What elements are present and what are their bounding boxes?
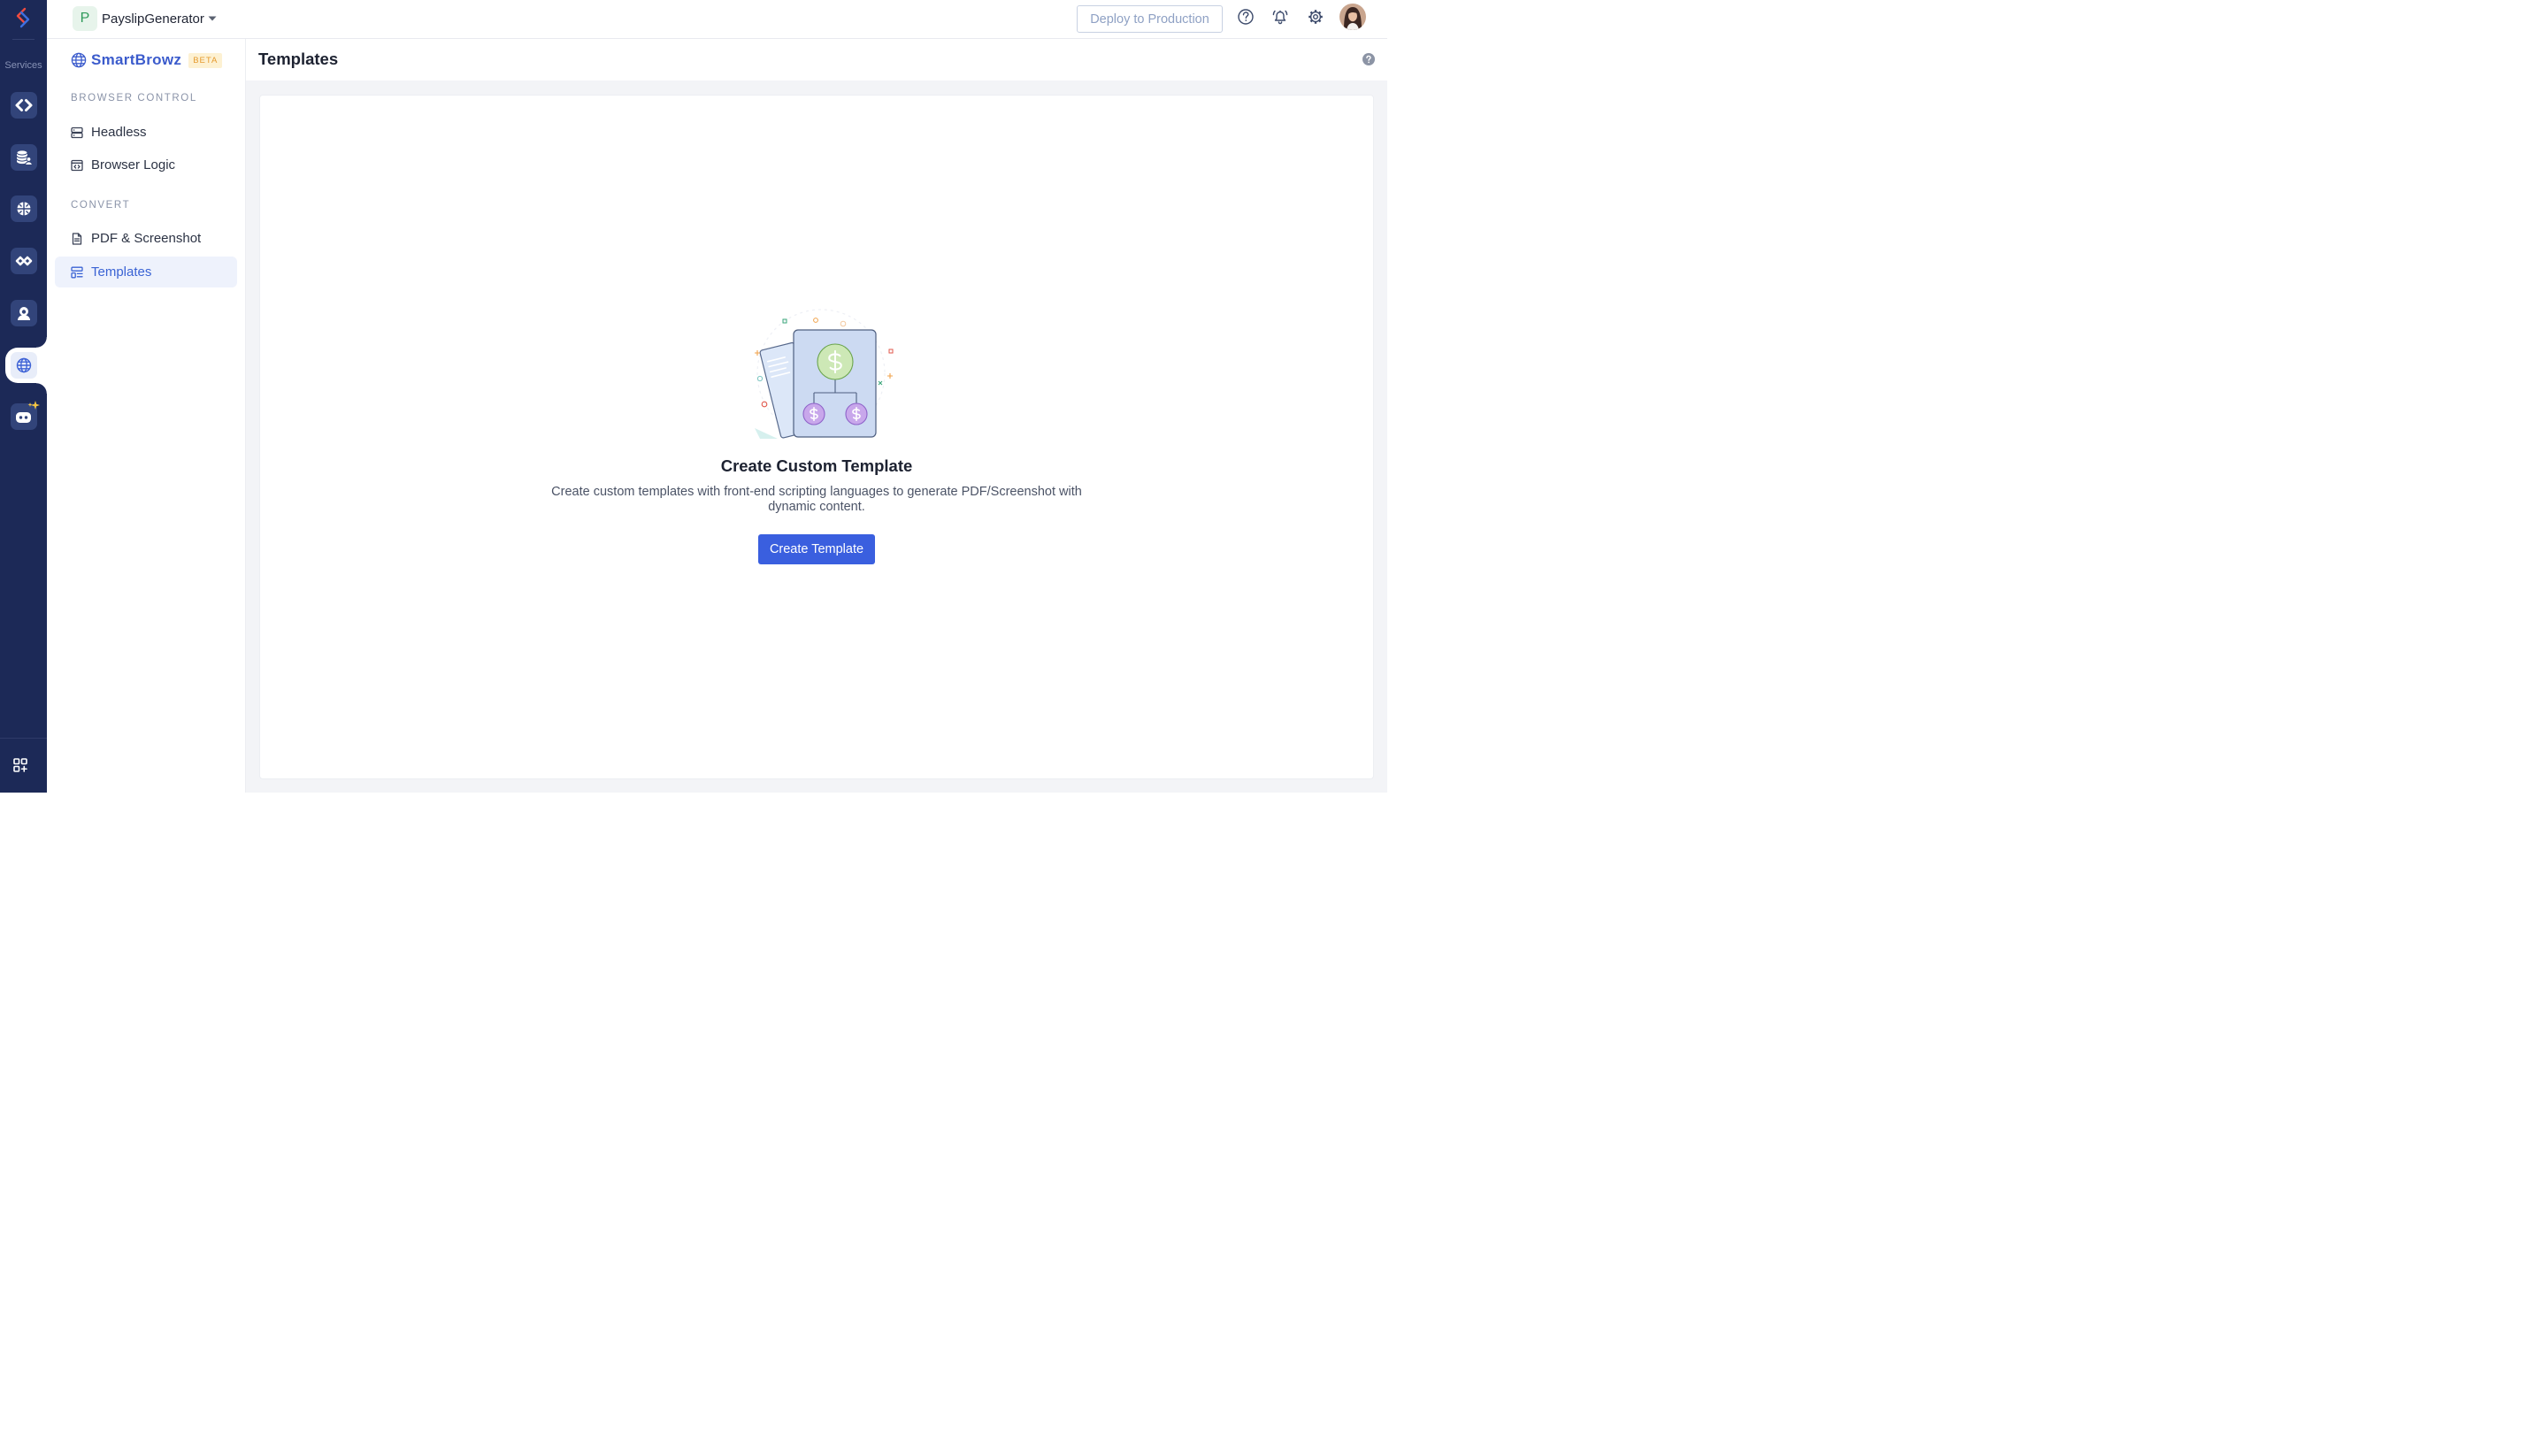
logo-mark <box>16 7 30 28</box>
page-header: Templates <box>246 39 1387 80</box>
user-photo <box>1339 4 1366 30</box>
section-title-convert: CONVERT <box>71 200 131 211</box>
sidebar-item-label: Templates <box>91 264 152 280</box>
beta-badge: BETA <box>188 52 223 68</box>
payslip-template-illustration <box>755 309 894 439</box>
empty-state-description: Create custom templates with front-end s… <box>551 485 1082 514</box>
deploy-to-production-button[interactable]: Deploy to Production <box>1077 5 1223 33</box>
content-area: Create Custom Template Create custom tem… <box>246 80 1387 793</box>
sidebar-item-label: PDF & Screenshot <box>91 231 202 246</box>
smartbrowz-brand: SmartBrowz BETA <box>71 51 223 69</box>
services-rail: Services <box>0 0 47 793</box>
sidebar-item-pdf-screenshot[interactable]: PDF & Screenshot <box>55 223 237 254</box>
project-switcher[interactable]: P PayslipGenerator <box>73 6 217 31</box>
empty-state-title: Create Custom Template <box>720 456 913 475</box>
sidebar-item-browser-logic[interactable]: Browser Logic <box>55 149 237 180</box>
rail-divider <box>12 39 35 40</box>
database-user-icon <box>16 149 33 165</box>
apps-grid-glyph <box>13 758 27 772</box>
service-tile-code[interactable] <box>11 92 37 119</box>
service-tile-integration[interactable] <box>11 248 37 274</box>
caret-down-icon <box>208 16 217 21</box>
service-tile-database[interactable] <box>11 144 37 171</box>
browser-code-icon <box>71 159 83 171</box>
catalyst-logo-icon[interactable] <box>12 6 35 29</box>
page-title: Templates <box>258 50 339 68</box>
help-circle-icon[interactable] <box>1362 53 1375 65</box>
rail-bottom-divider <box>0 738 47 739</box>
top-bar: P PayslipGenerator Deploy to Production <box>47 0 1387 39</box>
service-tile-smartbrowz[interactable] <box>11 352 37 379</box>
robot-sparkle-icon <box>16 401 40 423</box>
help-icon[interactable] <box>1237 8 1255 26</box>
globe-icon <box>71 52 87 68</box>
service-tile-ai[interactable] <box>11 401 40 430</box>
template-layout-icon <box>71 266 83 278</box>
rail-section-label: Services <box>4 60 42 71</box>
gear-icon[interactable] <box>1307 8 1324 26</box>
globe-icon <box>16 357 32 373</box>
document-icon <box>72 232 82 245</box>
templates-card: Create Custom Template Create custom tem… <box>259 95 1374 779</box>
sidebar-item-templates[interactable]: Templates <box>55 257 237 287</box>
sidebar-item-headless[interactable]: Headless <box>55 117 237 148</box>
brain-icon <box>17 202 31 216</box>
brand-name: SmartBrowz <box>91 51 182 68</box>
bell-glyph <box>1272 10 1288 25</box>
create-template-button[interactable]: Create Template <box>758 534 875 564</box>
service-tile-user[interactable] <box>11 300 37 326</box>
apps-grid-icon[interactable] <box>13 758 27 772</box>
gear-glyph <box>1309 10 1323 24</box>
sidebar-item-label: Browser Logic <box>91 157 176 172</box>
user-bust-icon <box>18 307 30 320</box>
help-glyph <box>1238 9 1254 25</box>
user-avatar[interactable] <box>1339 4 1366 30</box>
server-icon <box>71 126 83 138</box>
project-name: PayslipGenerator <box>102 11 204 27</box>
project-avatar: P <box>73 6 97 31</box>
empty-state: Create Custom Template Create custom tem… <box>260 308 1373 564</box>
sidebar-item-label: Headless <box>91 125 147 140</box>
integration-icon <box>15 256 33 266</box>
smartbrowz-sidebar: SmartBrowz BETA BROWSER CONTROL Headless… <box>47 39 246 793</box>
help-circle-glyph <box>1362 53 1375 65</box>
section-title-browser-control: BROWSER CONTROL <box>71 93 197 103</box>
code-brackets-icon <box>15 99 33 111</box>
service-tile-brain[interactable] <box>11 195 37 222</box>
bell-icon[interactable] <box>1271 8 1289 26</box>
